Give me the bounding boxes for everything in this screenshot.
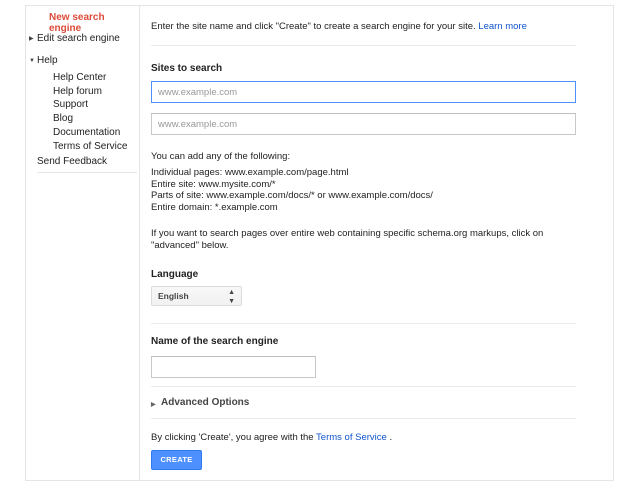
divider — [151, 386, 576, 387]
sidebar-item-label: Edit search engine — [37, 33, 120, 44]
help-item-documentation[interactable]: Documentation — [53, 126, 127, 140]
schema-note-line: "advanced" below. — [151, 239, 229, 251]
divider — [151, 45, 576, 46]
sidebar-item-help[interactable]: ▼ Help — [29, 55, 58, 66]
intro-text: Enter the site name and click "Create" t… — [151, 21, 527, 32]
search-engine-name-input[interactable] — [151, 356, 316, 378]
site-url-input-2[interactable] — [151, 113, 576, 135]
help-item-help-center[interactable]: Help Center — [53, 71, 127, 85]
site-url-input-1[interactable] — [151, 81, 576, 103]
add-examples-list: Individual pages: www.example.com/page.h… — [151, 167, 433, 213]
language-selected-value: English — [158, 291, 189, 301]
agree-prefix: By clicking 'Create', you agree with the — [151, 432, 314, 443]
sidebar-item-edit-search-engine[interactable]: ▶ Edit search engine — [29, 33, 120, 44]
sites-to-search-label: Sites to search — [151, 63, 223, 74]
sidebar-item-label: Help — [37, 55, 58, 66]
terms-agreement-text: By clicking 'Create', you agree with the… — [151, 432, 392, 443]
help-item-support[interactable]: Support — [53, 98, 127, 112]
search-engine-name-label: Name of the search engine — [151, 336, 279, 347]
divider — [151, 323, 576, 324]
advanced-options-toggle[interactable]: ▶ Advanced Options — [151, 397, 249, 408]
updown-arrows-icon: ▲ ▼ — [228, 289, 235, 305]
example-individual-pages: Individual pages: www.example.com/page.h… — [151, 167, 349, 178]
example-entire-site: Entire site: www.mysite.com/* — [151, 178, 276, 190]
example-entire-domain: Entire domain: *.example.com — [151, 201, 278, 213]
send-feedback-link[interactable]: Send Feedback — [37, 156, 107, 167]
sidebar-divider — [37, 172, 137, 173]
help-item-blog[interactable]: Blog — [53, 112, 127, 126]
example-parts-of-site: Parts of site: www.example.com/docs/* or… — [151, 190, 433, 202]
create-button[interactable]: CREATE — [151, 450, 202, 470]
agree-suffix: . — [389, 432, 393, 443]
add-options-heading: You can add any of the following: — [151, 151, 291, 162]
advanced-options-label: Advanced Options — [161, 397, 250, 408]
sidebar-separator — [139, 5, 140, 481]
divider — [151, 418, 576, 419]
sidebar: New search engine ▶ Edit search engine ▼ H… — [25, 0, 137, 483]
learn-more-link[interactable]: Learn more — [478, 21, 527, 32]
triangle-right-icon: ▶ — [29, 36, 34, 42]
triangle-right-icon: ▶ — [151, 402, 156, 408]
help-submenu: Help Center Help forum Support Blog Docu… — [53, 71, 127, 153]
schema-note-line: If you want to search pages over entire … — [151, 228, 544, 239]
intro-message: Enter the site name and click "Create" t… — [151, 21, 476, 32]
help-item-help-forum[interactable]: Help forum — [53, 85, 127, 99]
language-select[interactable]: English ▲ ▼ — [151, 286, 242, 306]
terms-of-service-link[interactable]: Terms of Service — [316, 432, 387, 443]
triangle-down-icon: ▼ — [29, 58, 35, 64]
schema-note: If you want to search pages over entire … — [151, 228, 543, 251]
language-label: Language — [151, 269, 199, 280]
new-search-engine-link[interactable]: New search engine — [49, 12, 137, 34]
help-item-terms-of-service[interactable]: Terms of Service — [53, 140, 127, 154]
